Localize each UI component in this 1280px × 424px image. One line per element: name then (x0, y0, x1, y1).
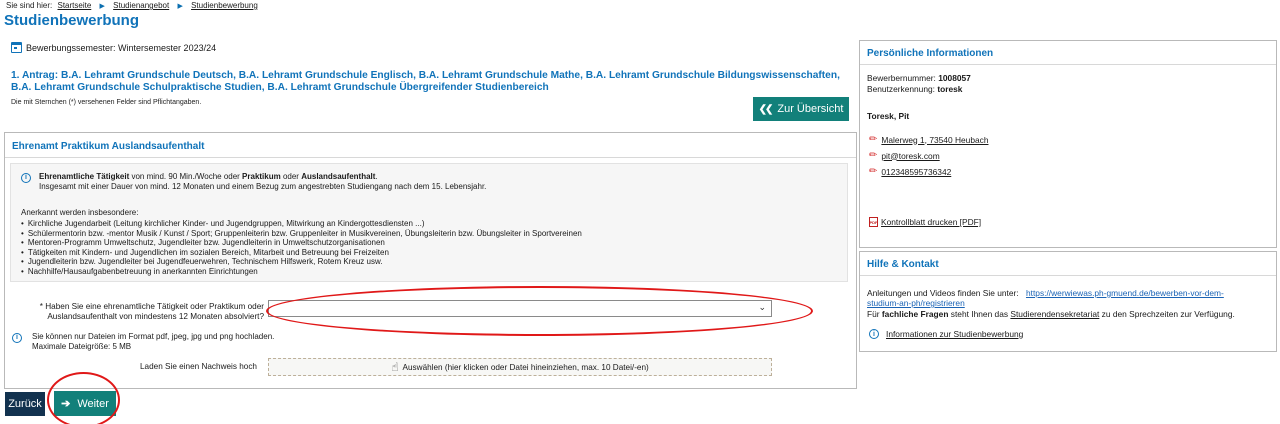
back-button[interactable]: Zurück (5, 392, 45, 416)
semester-info: Bewerbungssemester: Wintersemester 2023/… (11, 42, 216, 53)
user-id: Benutzerkennung: toresk (867, 84, 962, 94)
applicant-number-value: 1008057 (938, 73, 971, 83)
annotation-ellipse-next (47, 372, 120, 424)
main-card-divider (5, 157, 856, 158)
list-item: Jugendleiterin bzw. Jugendleiter bei Jug… (21, 257, 582, 267)
info-text-part: . (375, 172, 378, 181)
list-item: Nachhilfe/Hausaufgabenbetreuung in anerk… (21, 267, 582, 277)
pencil-icon[interactable]: ✏ (869, 150, 877, 161)
breadcrumb-studienbewerbung[interactable]: Studienbewerbung (191, 1, 258, 10)
info-icon: i (21, 173, 31, 183)
overview-button[interactable]: ❮❮ Zur Übersicht (753, 97, 849, 121)
control-sheet-row: PDF Kontrollblatt drucken [PDF] (869, 217, 981, 227)
anerkannt-heading: Anerkannt werden insbesondere: (21, 208, 139, 217)
breadcrumb-chevron-icon: ▶ (177, 3, 183, 10)
help-text: zu den Sprechzeiten zur Verfügung. (1099, 309, 1235, 319)
phone-row: ✏ 012348595736342 (869, 166, 951, 177)
info-bold-ausland: Auslandsaufenthalt (301, 172, 376, 181)
info-head: i Ehrenamtliche Tätigkeit von mind. 90 M… (21, 172, 486, 192)
info-line-2: Insgesamt mit einer Dauer von mind. 12 M… (39, 182, 487, 191)
help-bold: fachliche Fragen (881, 309, 949, 319)
main-card-title: Ehrenamt Praktikum Auslandsaufenthalt (12, 141, 205, 152)
address-row: ✏ Malerweg 1, 73540 Heubach (869, 134, 988, 145)
info-icon: i (869, 329, 879, 339)
address-link[interactable]: Malerweg 1, 73540 Heubach (881, 135, 988, 145)
pointer-hand-icon: ☝ (391, 360, 399, 374)
upload-note: i Sie können nur Dateien im Format pdf, … (12, 332, 274, 352)
list-item: Schülermentorin bzw. -mentor Musik / Kun… (21, 229, 582, 239)
pdf-icon: PDF (869, 217, 878, 227)
control-sheet-link[interactable]: Kontrollblatt drucken [PDF] (881, 217, 981, 227)
dropzone-text: Auswählen (hier klicken oder Datei hinei… (402, 362, 649, 372)
breadcrumb-studienangebot[interactable]: Studienangebot (113, 1, 169, 10)
file-dropzone[interactable]: ☝ Auswählen (hier klicken oder Datei hin… (268, 358, 772, 376)
help-divider (860, 275, 1276, 276)
activity-question-label: * Haben Sie eine ehrenamtliche Tätigkeit… (39, 302, 264, 321)
required-fields-note: Die mit Sternchen (*) versehenen Felder … (11, 99, 202, 106)
help-text: steht Ihnen das (948, 309, 1011, 319)
personal-info-divider (860, 64, 1276, 65)
upload-label: Laden Sie einen Nachweis hoch (140, 362, 257, 371)
pencil-icon[interactable]: ✏ (869, 134, 877, 145)
annotation-ellipse-select (266, 286, 813, 336)
list-item: Tätigkeiten mit Kindern- und Jugendliche… (21, 248, 582, 258)
email-row: ✏ pit@toresk.com (869, 150, 940, 161)
info-bold-ehrenamt: Ehrenamtliche Tätigkeit (39, 172, 130, 181)
help-info-row: i Informationen zur Studienbewerbung (869, 328, 1023, 339)
applicant-number: Bewerbernummer: 1008057 (867, 73, 971, 83)
list-item: Kirchliche Jugendarbeit (Leitung kirchli… (21, 219, 582, 229)
help-title: Hilfe & Kontakt (867, 259, 939, 270)
calendar-icon (11, 42, 22, 53)
overview-button-label: Zur Übersicht (777, 103, 844, 115)
double-chevron-left-icon: ❮❮ (758, 103, 774, 115)
info-bold-praktikum: Praktikum (242, 172, 281, 181)
breadcrumb-prefix: Sie sind hier: (6, 1, 53, 10)
personal-info-title: Persönliche Informationen (867, 48, 994, 59)
info-text-part: oder (280, 172, 302, 181)
upload-note-size: Maximale Dateigröße: 5 MB (32, 342, 132, 351)
page-title: Studienbewerbung (4, 12, 139, 29)
breadcrumb-startseite[interactable]: Startseite (57, 1, 91, 10)
applicant-name: Toresk, Pit (867, 111, 910, 121)
help-videos-text: Anleitungen und Videos finden Sie unter: (867, 288, 1019, 298)
help-url-continuation: studium-an-ph/registrieren (867, 298, 965, 308)
applicant-number-label: Bewerbernummer: (867, 73, 939, 83)
info-box: i Ehrenamtliche Tätigkeit von mind. 90 M… (10, 163, 848, 282)
breadcrumb: Sie sind hier: Startseite ▶ Studienangeb… (6, 1, 258, 10)
secretariat-link[interactable]: Studierendensekretariat (1010, 309, 1099, 319)
help-url-link-cont[interactable]: studium-an-ph/registrieren (867, 298, 965, 308)
help-text: Für (867, 309, 882, 319)
recognized-activities-list: Kirchliche Jugendarbeit (Leitung kirchli… (21, 219, 582, 277)
application-info-link[interactable]: Informationen zur Studienbewerbung (886, 329, 1023, 339)
help-videos-line: Anleitungen und Videos finden Sie unter:… (867, 288, 1224, 298)
upload-note-formats: Sie können nur Dateien im Format pdf, jp… (32, 332, 275, 341)
help-contact-card: Hilfe & Kontakt Anleitungen und Videos f… (859, 251, 1277, 352)
info-text-part: von mind. 90 Min./Woche oder (129, 172, 243, 181)
pencil-icon[interactable]: ✏ (869, 166, 877, 177)
help-questions-line: Für fachliche Fragen steht Ihnen das Stu… (867, 309, 1235, 319)
info-text: Ehrenamtliche Tätigkeit von mind. 90 Min… (39, 172, 486, 192)
user-id-label: Benutzerkennung: (867, 84, 938, 94)
help-url-link[interactable]: https://werwiewas.ph-gmuend.de/bewerben-… (1026, 288, 1224, 298)
phone-link[interactable]: 012348595736342 (881, 167, 951, 177)
breadcrumb-chevron-icon: ▶ (99, 3, 105, 10)
antrag-title: 1. Antrag: B.A. Lehramt Grundschule Deut… (11, 70, 840, 93)
list-item: Mentoren-Programm Umweltschutz, Jugendle… (21, 238, 582, 248)
info-icon: i (12, 333, 22, 343)
user-id-value: toresk (937, 84, 963, 94)
semester-text: Bewerbungssemester: Wintersemester 2023/… (26, 42, 217, 53)
personal-info-card: Persönliche Informationen Bewerbernummer… (859, 40, 1277, 248)
email-link[interactable]: pit@toresk.com (881, 151, 939, 161)
